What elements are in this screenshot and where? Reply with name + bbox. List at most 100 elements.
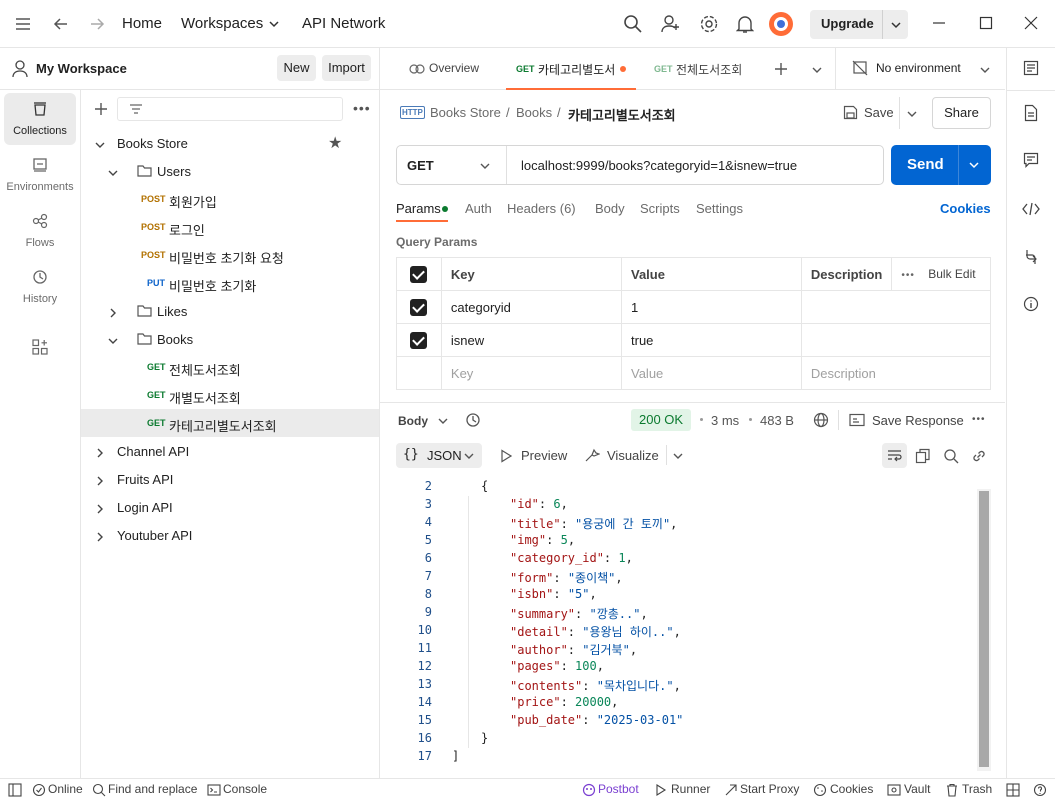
param-checkbox[interactable] [410, 298, 428, 316]
new-tab-plus-icon[interactable] [774, 62, 788, 76]
forward-arrow-icon[interactable] [88, 15, 106, 33]
param-value[interactable]: 1 [621, 290, 802, 324]
select-all-checkbox[interactable] [410, 265, 428, 283]
request-title[interactable]: 카테고리별도서조회 [568, 105, 676, 124]
tree-folder-books[interactable]: Books [81, 325, 379, 353]
tree-request[interactable]: POST 비밀번호 초기화 요청 [81, 241, 379, 269]
close-icon[interactable] [1024, 16, 1038, 30]
notification-bell-icon[interactable] [736, 14, 754, 34]
chevron-down-icon[interactable] [437, 415, 449, 427]
plus-icon[interactable] [94, 102, 108, 116]
wrap-lines-button[interactable] [882, 443, 907, 468]
menu-icon[interactable] [14, 16, 32, 32]
tree-request[interactable]: GET 개별도서조회 [81, 381, 379, 409]
comments-icon[interactable] [1023, 152, 1039, 168]
cookies-link[interactable]: Cookies [940, 201, 991, 216]
tab-active-request[interactable]: GET 카테고리별도서 [506, 48, 636, 90]
save-response-button[interactable]: Save Response [872, 413, 964, 428]
chevron-down-icon[interactable] [672, 450, 684, 462]
breadcrumb-folder[interactable]: Books [516, 105, 552, 120]
tree-request[interactable]: POST 로그인 [81, 213, 379, 241]
import-button[interactable]: Import [322, 55, 371, 81]
breadcrumb-collection[interactable]: Books Store [430, 105, 501, 120]
more-options-icon[interactable]: ••• [972, 414, 986, 425]
tree-collection[interactable]: Fruits API [81, 465, 379, 493]
chevron-down-icon[interactable] [906, 108, 918, 120]
chevron-down-icon[interactable] [479, 160, 491, 172]
tree-folder-users[interactable]: Users [81, 157, 379, 185]
nav-collections[interactable]: Collections [4, 93, 76, 145]
workspace-name[interactable]: My Workspace [36, 61, 127, 76]
find-and-replace-button[interactable]: Find and replace [108, 782, 197, 796]
nav-flows[interactable]: Flows [4, 205, 76, 257]
tab-overview[interactable]: Overview [400, 48, 500, 90]
tab-request[interactable]: GET 전체도서조회 [644, 48, 756, 90]
param-key[interactable]: categoryid [440, 290, 623, 324]
response-time[interactable]: 3 ms [711, 413, 739, 428]
new-button[interactable]: New [277, 55, 316, 81]
param-description[interactable] [800, 290, 992, 324]
nav-history[interactable]: History [4, 261, 76, 313]
settings-gear-icon[interactable] [699, 14, 719, 34]
tab-body[interactable]: Body [595, 201, 625, 216]
start-proxy-button[interactable]: Start Proxy [740, 782, 799, 796]
tab-params[interactable]: Params [396, 201, 441, 216]
online-status[interactable]: Online [48, 782, 83, 796]
tree-request-selected[interactable]: GET 카테고리별도서조회 [81, 409, 379, 437]
history-icon[interactable] [465, 412, 481, 428]
tab-headers[interactable]: Headers (6) [507, 201, 576, 216]
keyboard-shortcuts-icon[interactable] [1006, 783, 1020, 797]
vault-button[interactable]: Vault [904, 782, 930, 796]
new-key-input[interactable]: Key [440, 356, 623, 390]
search-icon[interactable] [943, 448, 959, 464]
response-body-viewer[interactable]: 2{3 "id": 6, 4 "title": "용궁에 간 토끼", 5 "img": … [380, 478, 991, 770]
documentation-icon[interactable] [1024, 104, 1038, 122]
api-documentation-icon[interactable] [1023, 60, 1039, 76]
cookies-button[interactable]: Cookies [830, 782, 873, 796]
related-collections-icon[interactable] [1024, 248, 1038, 266]
star-icon[interactable]: ★ [328, 133, 342, 153]
maximize-icon[interactable] [979, 16, 993, 30]
tree-collection[interactable]: Youtuber API [81, 521, 379, 549]
add-apps-icon[interactable] [32, 339, 48, 355]
param-key[interactable]: isnew [440, 323, 623, 357]
preview-button[interactable]: Preview [521, 448, 567, 463]
more-options-icon[interactable]: ••• [901, 270, 915, 281]
response-body-tab[interactable]: Body [398, 414, 428, 428]
tree-folder-likes[interactable]: Likes [81, 297, 379, 325]
filter-input[interactable] [117, 97, 343, 121]
tab-settings[interactable]: Settings [696, 201, 743, 216]
api-network-link[interactable]: API Network [302, 15, 385, 32]
tree-collection[interactable]: Channel API [81, 437, 379, 465]
format-select[interactable]: {} JSON [396, 443, 482, 468]
param-value[interactable]: true [621, 323, 802, 357]
trash-button[interactable]: Trash [962, 782, 992, 796]
invite-user-icon[interactable] [661, 14, 681, 34]
workspaces-menu[interactable]: Workspaces [181, 15, 263, 32]
home-link[interactable]: Home [122, 15, 162, 32]
bulk-edit-button[interactable]: Bulk Edit [928, 267, 975, 281]
back-arrow-icon[interactable] [52, 15, 70, 33]
environment-selector[interactable]: No environment [876, 61, 961, 75]
chevron-down-icon[interactable] [979, 64, 991, 76]
copy-icon[interactable] [915, 448, 931, 464]
param-description[interactable] [800, 323, 992, 357]
status-badge[interactable]: 200 OK [631, 409, 692, 431]
new-value-input[interactable]: Value [621, 356, 802, 390]
runner-button[interactable]: Runner [671, 782, 710, 796]
layout-toggle-icon[interactable] [8, 783, 22, 797]
more-options-icon[interactable]: ••• [353, 100, 371, 116]
send-button[interactable]: Send [907, 156, 944, 173]
tree-collection[interactable]: Login API [81, 493, 379, 521]
postbot-button[interactable]: Postbot [598, 782, 639, 796]
new-description-input[interactable]: Description [800, 356, 992, 390]
chevron-down-icon[interactable] [811, 64, 823, 76]
chevron-down-icon[interactable] [890, 19, 902, 31]
share-button[interactable]: Share [932, 97, 991, 129]
link-icon[interactable] [971, 448, 987, 464]
avatar[interactable] [769, 12, 793, 36]
tab-scripts[interactable]: Scripts [640, 201, 680, 216]
console-button[interactable]: Console [223, 782, 267, 796]
tree-request[interactable]: PUT 비밀번호 초기화 [81, 269, 379, 297]
search-icon[interactable] [623, 14, 643, 34]
